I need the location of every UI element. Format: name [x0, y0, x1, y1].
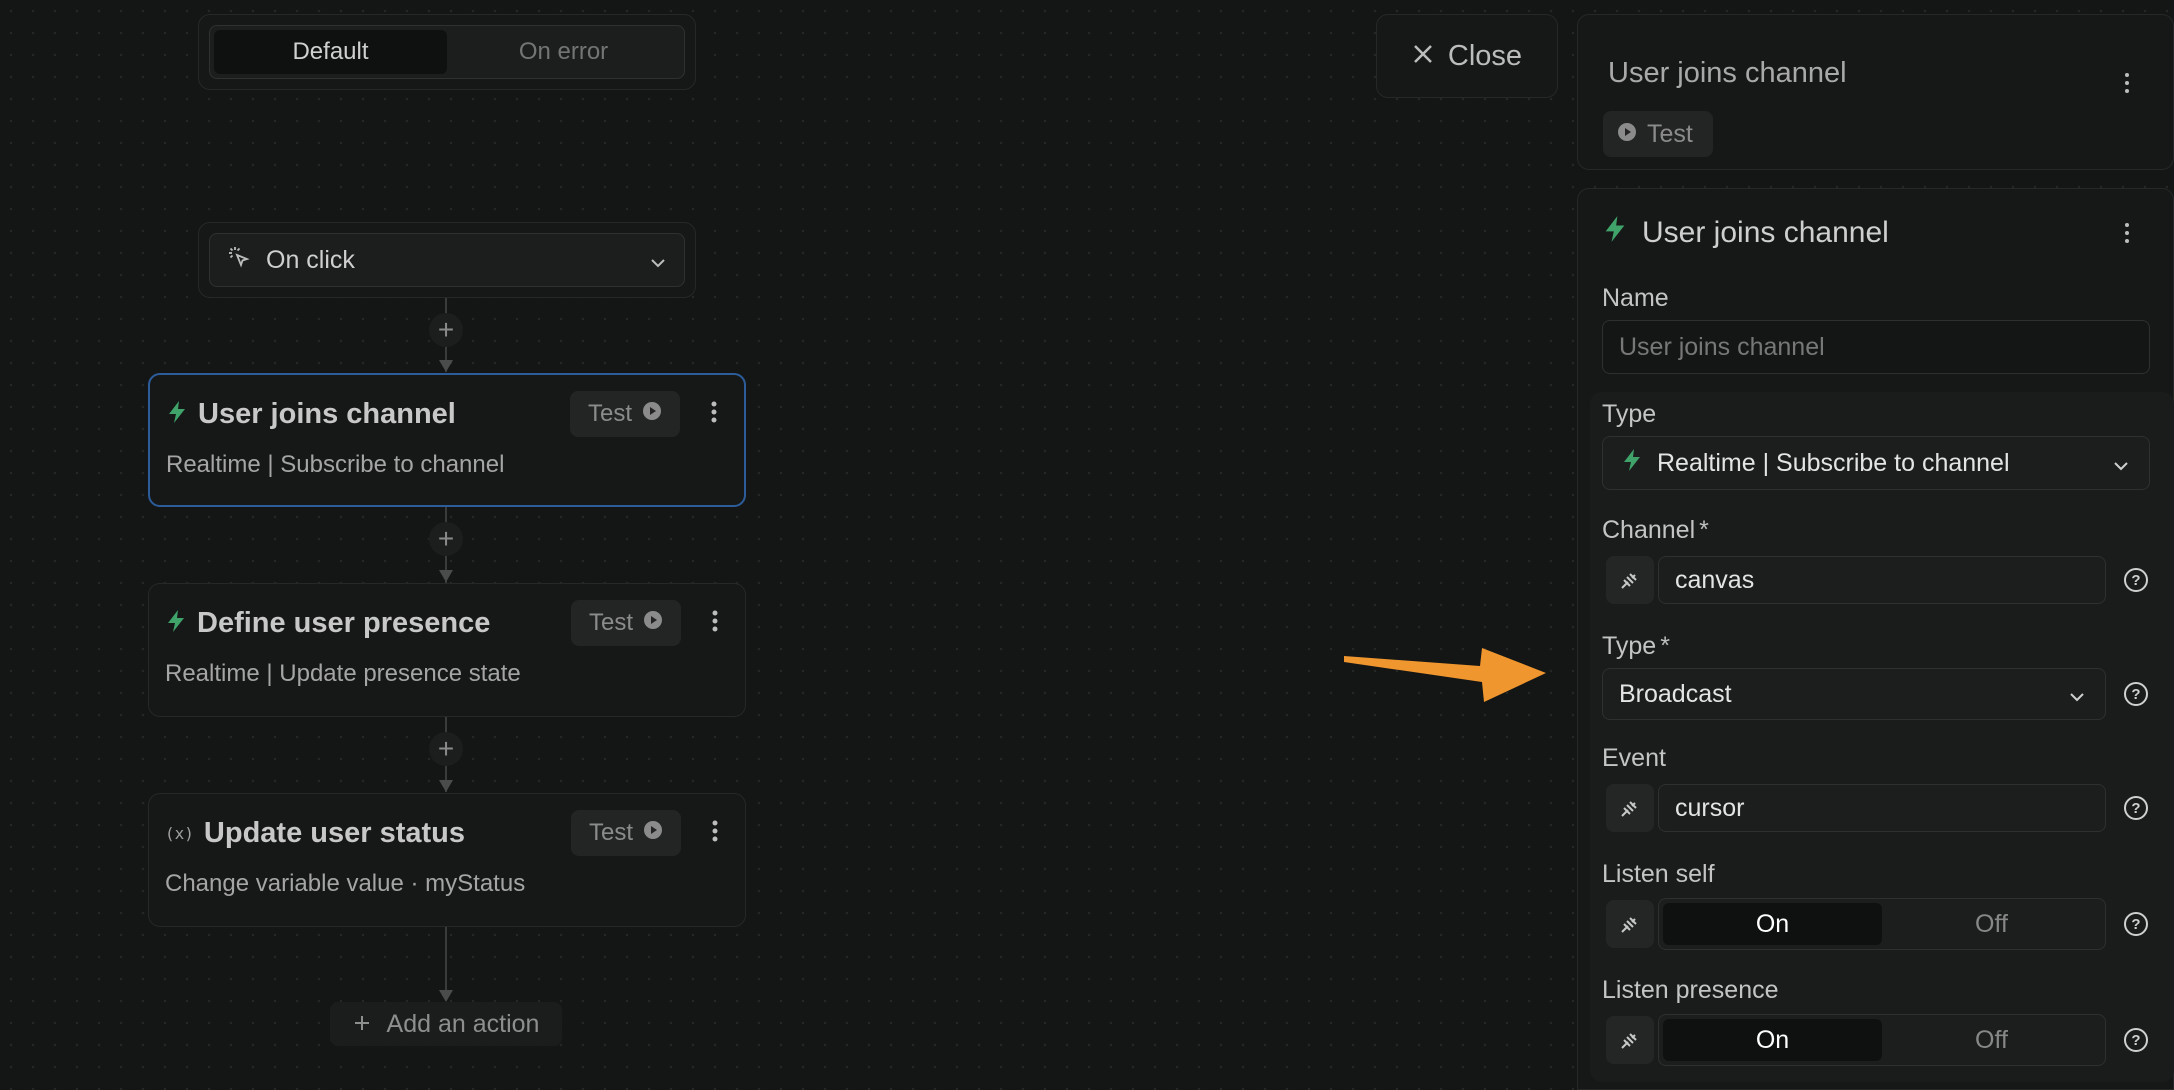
trigger-select[interactable]: On click — [198, 222, 696, 298]
bind-formula-button[interactable] — [1606, 900, 1654, 948]
required-mark: * — [1660, 632, 1670, 660]
plus-icon — [353, 1010, 371, 1039]
annotation-arrow-icon — [1344, 648, 1546, 702]
tab-on-error[interactable]: On error — [447, 30, 680, 74]
chevron-down-icon — [650, 246, 666, 275]
bolt-icon — [166, 400, 188, 429]
connector-arrow — [439, 780, 453, 792]
help-icon[interactable]: ? — [2124, 568, 2148, 592]
add-action-label: Add an action — [386, 1009, 540, 1038]
action-card-define-user-presence[interactable]: Define user presence Test Realtime | Upd… — [148, 583, 746, 717]
test-action-button[interactable]: Test — [569, 391, 680, 437]
listen-self-label: Listen self — [1602, 860, 1715, 888]
help-icon[interactable]: ? — [2124, 1028, 2148, 1052]
insert-action-button[interactable]: + — [429, 522, 463, 556]
bind-formula-button[interactable] — [1606, 1016, 1654, 1064]
cursor-click-icon — [228, 246, 250, 275]
test-label: Test — [588, 609, 633, 636]
bolt-icon — [1602, 215, 1628, 251]
bind-formula-button[interactable] — [1606, 784, 1654, 832]
name-label: Name — [1602, 284, 1669, 312]
action-subtitle: Change variable value · myStatus — [165, 870, 526, 897]
unlink-icon — [1621, 801, 1637, 817]
action-subtitle: Realtime | Subscribe to channel — [166, 451, 505, 478]
connector-arrow — [439, 570, 453, 582]
channel-input[interactable]: canvas — [1658, 556, 2106, 604]
listen-self-toggle[interactable]: On Off — [1658, 898, 2106, 950]
connector-arrow — [439, 990, 453, 1002]
channel-label-text: Channel — [1602, 516, 1696, 544]
event-label: Event — [1602, 744, 1666, 772]
connector-arrow — [439, 360, 453, 372]
more-options-icon[interactable] — [700, 401, 728, 428]
trigger-label: On click — [266, 245, 355, 274]
broadcast-type-value: Broadcast — [1619, 679, 1732, 708]
event-input[interactable]: cursor — [1658, 784, 2106, 832]
chevron-down-icon — [2069, 680, 2085, 709]
more-options-icon[interactable] — [701, 820, 729, 847]
chevron-down-icon — [2113, 449, 2129, 478]
listen-presence-label: Listen presence — [1602, 976, 1779, 1004]
listen-presence-toggle[interactable]: On Off — [1658, 1014, 2106, 1066]
help-icon[interactable]: ? — [2124, 912, 2148, 936]
action-card-update-user-status[interactable]: (x) Update user status Test Change varia… — [148, 793, 746, 927]
help-icon[interactable]: ? — [2124, 796, 2148, 820]
play-circle-icon — [642, 400, 662, 428]
bolt-icon — [1621, 448, 1643, 479]
required-mark: * — [1699, 516, 1709, 544]
listen-self-off[interactable]: Off — [1882, 903, 2101, 945]
name-input[interactable]: User joins channel — [1602, 320, 2150, 374]
variable-icon: (x) — [165, 823, 194, 843]
broadcast-type-label-text: Type — [1602, 632, 1657, 660]
insert-action-button[interactable]: + — [429, 732, 463, 766]
action-title: Update user status — [203, 816, 465, 849]
help-icon[interactable]: ? — [2124, 682, 2148, 706]
unlink-icon — [1621, 573, 1637, 589]
play-circle-icon — [643, 609, 663, 637]
config-title: User joins channel — [1642, 216, 1889, 249]
action-title: Define user presence — [197, 606, 491, 639]
insert-action-button[interactable]: + — [429, 313, 463, 347]
type-value: Realtime | Subscribe to channel — [1657, 448, 2010, 477]
test-label: Test — [588, 819, 633, 846]
play-circle-icon — [643, 819, 663, 847]
listen-presence-on[interactable]: On — [1663, 1019, 1882, 1061]
action-title: User joins channel — [198, 397, 456, 430]
tab-default[interactable]: Default — [214, 30, 447, 74]
listen-self-on[interactable]: On — [1663, 903, 1882, 945]
broadcast-type-select[interactable]: Broadcast — [1602, 668, 2106, 720]
connector-line — [445, 926, 447, 994]
inspector-title: User joins channel — [1608, 57, 1847, 89]
type-label: Type — [1602, 400, 1657, 428]
inspector-test-button[interactable]: Test — [1603, 111, 1713, 157]
test-label: Test — [587, 400, 632, 427]
close-button[interactable]: Close — [1376, 14, 1558, 98]
test-action-button[interactable]: Test — [570, 810, 681, 856]
add-action-button[interactable]: Add an action — [330, 1002, 562, 1046]
more-options-icon[interactable] — [2125, 73, 2129, 93]
type-select[interactable]: Realtime | Subscribe to channel — [1602, 436, 2150, 490]
test-action-button[interactable]: Test — [570, 600, 681, 646]
broadcast-type-label: Type * — [1602, 632, 1670, 661]
bind-formula-button[interactable] — [1606, 556, 1654, 604]
more-options-icon[interactable] — [701, 610, 729, 637]
more-options-icon[interactable] — [2125, 223, 2129, 243]
inspector-header-panel: User joins channel Test — [1577, 14, 2174, 170]
branch-tabs: Default On error — [198, 14, 696, 90]
action-card-user-joins-channel[interactable]: User joins channel Test Realtime | Subsc… — [148, 373, 746, 507]
test-label: Test — [1647, 119, 1693, 148]
play-circle-icon — [1617, 120, 1637, 149]
bolt-icon — [165, 609, 187, 638]
action-subtitle: Realtime | Update presence state — [165, 660, 521, 687]
unlink-icon — [1621, 917, 1637, 933]
close-label: Close — [1447, 39, 1523, 72]
listen-presence-off[interactable]: Off — [1882, 1019, 2101, 1061]
unlink-icon — [1621, 1033, 1637, 1049]
close-icon — [1412, 40, 1434, 73]
channel-label: Channel * — [1602, 516, 1709, 545]
